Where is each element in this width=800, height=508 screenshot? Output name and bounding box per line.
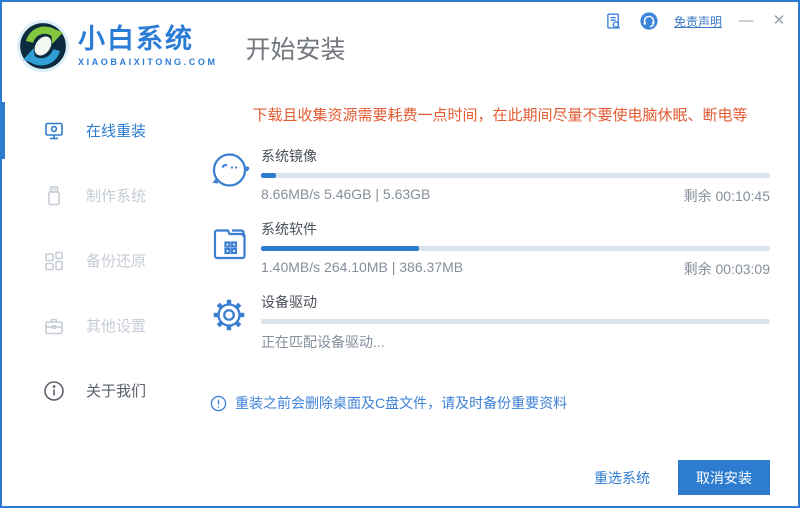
progress-fill (261, 246, 419, 251)
sidebar-item-label: 制作系统 (86, 188, 147, 205)
task-remaining: 剩余 00:10:45 (683, 188, 770, 204)
app-window: 小白系统 XIAOBAIXITONG.COM 开始安装 免责声明 — ✕ 在线重… (0, 0, 800, 508)
page-title: 开始安装 (245, 36, 346, 64)
task-title: 系统镜像 (261, 148, 317, 164)
toolbox-icon (42, 314, 66, 338)
sidebar-item-online-reinstall[interactable]: 在线重装 (2, 98, 202, 163)
info-icon (42, 379, 66, 403)
gear-icon (208, 292, 252, 352)
backup-note: 重装之前会删除桌面及C盘文件，请及时备份重要资料 (210, 393, 567, 413)
progress-bar (261, 173, 770, 178)
app-logo-icon (16, 19, 70, 73)
brand-domain: XIAOBAIXITONG.COM (78, 57, 218, 68)
backup-note-text: 重装之前会删除桌面及C盘文件，请及时备份重要资料 (235, 395, 568, 411)
progress-bar (261, 246, 770, 251)
minimize-button[interactable]: — (737, 11, 755, 31)
task-row-system-image: 系统镜像 8.66MB/s 5.46GB | 5.63GB 剩余 00:10:4… (208, 146, 770, 206)
mascot-face-icon (208, 146, 252, 206)
disclaimer-link[interactable]: 免责声明 (674, 13, 722, 30)
support-headset-icon[interactable] (639, 11, 659, 31)
sidebar-item-other-settings[interactable]: 其他设置 (2, 293, 202, 358)
task-title: 系统软件 (261, 221, 317, 237)
sidebar-item-backup-restore[interactable]: 备份还原 (2, 228, 202, 293)
monitor-icon (42, 119, 66, 143)
document-search-icon[interactable] (604, 11, 624, 31)
brand-block: 小白系统 XIAOBAIXITONG.COM (78, 23, 218, 68)
exclamation-circle-icon (210, 395, 227, 412)
sidebar-item-label: 备份还原 (86, 253, 147, 270)
task-row-system-software: 系统软件 1.40MB/s 264.10MB | 386.37MB 剩余 00:… (208, 219, 770, 279)
blocks-icon (42, 249, 66, 273)
warning-text: 下载且收集资源需要耗费一点时间，在此期间尽量不要使电脑休眠、断电等 (252, 107, 748, 124)
task-title: 设备驱动 (261, 294, 317, 310)
task-stats: 8.66MB/s 5.46GB | 5.63GB (261, 186, 431, 202)
sidebar-item-label: 在线重装 (86, 123, 147, 140)
progress-fill (261, 173, 277, 178)
brand-name: 小白系统 (78, 23, 194, 54)
sidebar: 在线重装 制作系统 备份还原 其他设置 关于我们 (2, 90, 202, 506)
titlebar-controls: 免责声明 — ✕ (604, 11, 788, 31)
close-button[interactable]: ✕ (770, 11, 788, 31)
sidebar-item-label: 其他设置 (86, 318, 147, 335)
task-row-device-driver: 设备驱动 正在匹配设备驱动... (208, 292, 770, 352)
cancel-install-button[interactable]: 取消安装 (678, 460, 770, 495)
task-remaining: 剩余 00:03:09 (683, 261, 770, 277)
sidebar-item-about-us[interactable]: 关于我们 (2, 358, 202, 423)
sidebar-item-label: 关于我们 (86, 383, 147, 400)
task-stats: 正在匹配设备驱动... (261, 334, 385, 350)
task-list: 系统镜像 8.66MB/s 5.46GB | 5.63GB 剩余 00:10:4… (208, 146, 770, 365)
reselect-system-button[interactable]: 重选系统 (594, 468, 650, 488)
task-stats: 1.40MB/s 264.10MB | 386.37MB (261, 259, 464, 275)
progress-bar (261, 319, 770, 324)
sidebar-item-make-system[interactable]: 制作系统 (2, 163, 202, 228)
folder-apps-icon (208, 219, 252, 279)
main-content: 下载且收集资源需要耗费一点时间，在此期间尽量不要使电脑休眠、断电等 系统镜像 8… (202, 90, 798, 506)
usb-icon (42, 184, 66, 208)
footer-actions: 重选系统 取消安装 (594, 460, 770, 495)
